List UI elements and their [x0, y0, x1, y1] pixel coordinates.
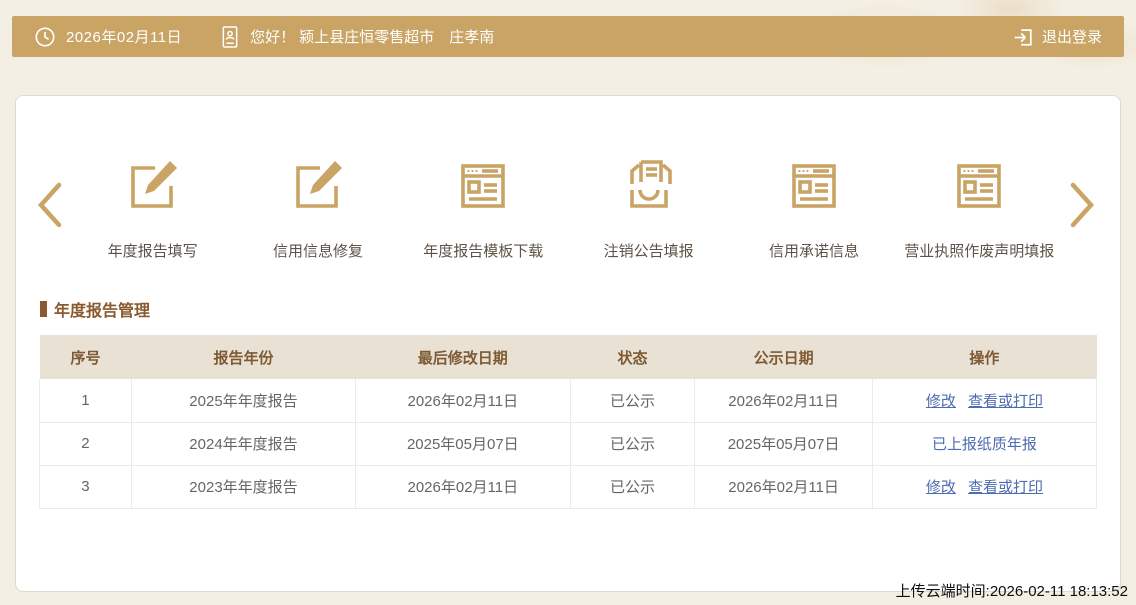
- form-icon: [451, 154, 515, 218]
- table-row: 1 2025年年度报告 2026年02月11日 已公示 2026年02月11日 修改 查看或…: [39, 379, 1098, 423]
- inbox-icon: [617, 154, 681, 218]
- upload-time-text: 上传云端时间:2026-02-11 18:13:52: [895, 583, 1128, 600]
- column-header: 序号: [39, 335, 132, 379]
- section-title: 年度报告管理: [40, 297, 1120, 321]
- chevron-right-icon: [1070, 182, 1095, 228]
- annual-report-table: 序号 报告年份 最后修改日期 状态 公示日期 操作 1 2025年年度报告 2026年02月1…: [39, 335, 1098, 509]
- cell-year: 2025年年度报告: [130, 379, 357, 423]
- table-row: 3 2023年年度报告 2026年02月11日 已公示 2026年02月11日 修改 查看或…: [39, 465, 1098, 509]
- user-badge-icon: [220, 25, 240, 49]
- greeting-text: 您好！ 颍上县庄恒零售超市 庄孝南: [250, 29, 495, 46]
- logout-icon: [1012, 26, 1034, 48]
- section-title-text: 年度报告管理: [54, 303, 151, 320]
- column-header: 操作: [872, 335, 1097, 379]
- cell-status: 已公示: [569, 422, 696, 466]
- cell-publish: 2026年02月11日: [694, 379, 873, 423]
- carousel-item-6[interactable]: 营业执照作废声明填报: [899, 154, 1060, 261]
- carousel-item-label: 营业执照作废声明填报: [904, 243, 1055, 260]
- current-date: 2026年02月11日: [66, 29, 183, 46]
- topbar: 2026年02月11日 您好！ 颍上县庄恒零售超市 庄孝南 退出登录: [12, 16, 1124, 57]
- carousel-item-label: 年度报告填写: [107, 243, 198, 260]
- cell-modified: 2026年02月11日: [355, 465, 571, 509]
- cell-modified: 2025年05月07日: [355, 422, 571, 466]
- cell-publish: 2025年05月07日: [694, 422, 873, 466]
- cell-status: 已公示: [569, 465, 696, 509]
- edit-icon: [286, 154, 350, 218]
- chevron-left-icon: [37, 182, 62, 228]
- carousel-item-label: 年度报告模板下载: [423, 243, 544, 260]
- clock-icon: [34, 26, 56, 48]
- cell-status: 已公示: [569, 379, 696, 423]
- table-header-row: 序号 报告年份 最后修改日期 状态 公示日期 操作: [39, 335, 1097, 379]
- column-header: 公示日期: [694, 335, 873, 379]
- table-row: 2 2024年年度报告 2025年05月07日 已公示 2025年05月07日 已上报纸质…: [39, 422, 1098, 466]
- cell-publish: 2026年02月11日: [694, 465, 873, 509]
- form-icon: [782, 154, 846, 218]
- main-card: 年度报告填写 信用信息修复 年度报告模板下载 注销公告填报 信用承诺信息 营业执照作废声明…: [15, 95, 1121, 592]
- carousel-prev-button[interactable]: [30, 182, 70, 228]
- cell-modified: 2026年02月11日: [355, 379, 571, 423]
- edit-icon: [121, 154, 185, 218]
- carousel-item-label: 注销公告填报: [603, 243, 694, 260]
- section-bullet: [40, 301, 47, 317]
- carousel-item-label: 信用承诺信息: [768, 243, 859, 260]
- action-link[interactable]: 已上报纸质年报: [932, 436, 1037, 453]
- carousel-item-2[interactable]: 信用信息修复: [237, 154, 398, 261]
- column-header: 最后修改日期: [355, 335, 571, 379]
- cell-actions: 修改 查看或打印: [871, 379, 1098, 423]
- cell-actions: 修改 查看或打印: [871, 465, 1098, 509]
- cell-actions: 已上报纸质年报: [871, 422, 1098, 466]
- action-link[interactable]: 查看或打印: [968, 479, 1043, 496]
- carousel-item-3[interactable]: 年度报告模板下载: [403, 154, 564, 261]
- carousel-items: 年度报告填写 信用信息修复 年度报告模板下载 注销公告填报 信用承诺信息 营业执照作废声明…: [70, 154, 1062, 261]
- cell-seq: 2: [39, 422, 132, 466]
- carousel-item-label: 信用信息修复: [272, 243, 363, 260]
- cell-year: 2023年年度报告: [130, 465, 357, 509]
- cell-seq: 1: [39, 379, 132, 423]
- carousel-next-button[interactable]: [1062, 182, 1102, 228]
- function-carousel: 年度报告填写 信用信息修复 年度报告模板下载 注销公告填报 信用承诺信息 营业执照作废声明…: [16, 96, 1120, 261]
- topbar-left: 2026年02月11日 您好！ 颍上县庄恒零售超市 庄孝南: [34, 25, 494, 49]
- cell-seq: 3: [39, 465, 132, 509]
- logout-label: 退出登录: [1041, 29, 1102, 46]
- action-link[interactable]: 修改: [926, 393, 956, 410]
- column-header: 报告年份: [131, 335, 356, 379]
- logout-button[interactable]: 退出登录: [1012, 26, 1102, 48]
- carousel-item-1[interactable]: 年度报告填写: [72, 154, 233, 261]
- carousel-item-4[interactable]: 注销公告填报: [568, 154, 729, 261]
- carousel-item-5[interactable]: 信用承诺信息: [733, 154, 894, 261]
- column-header: 状态: [570, 335, 695, 379]
- form-icon: [947, 154, 1011, 218]
- cell-year: 2024年年度报告: [130, 422, 357, 466]
- action-link[interactable]: 查看或打印: [968, 393, 1043, 410]
- action-link[interactable]: 修改: [926, 479, 956, 496]
